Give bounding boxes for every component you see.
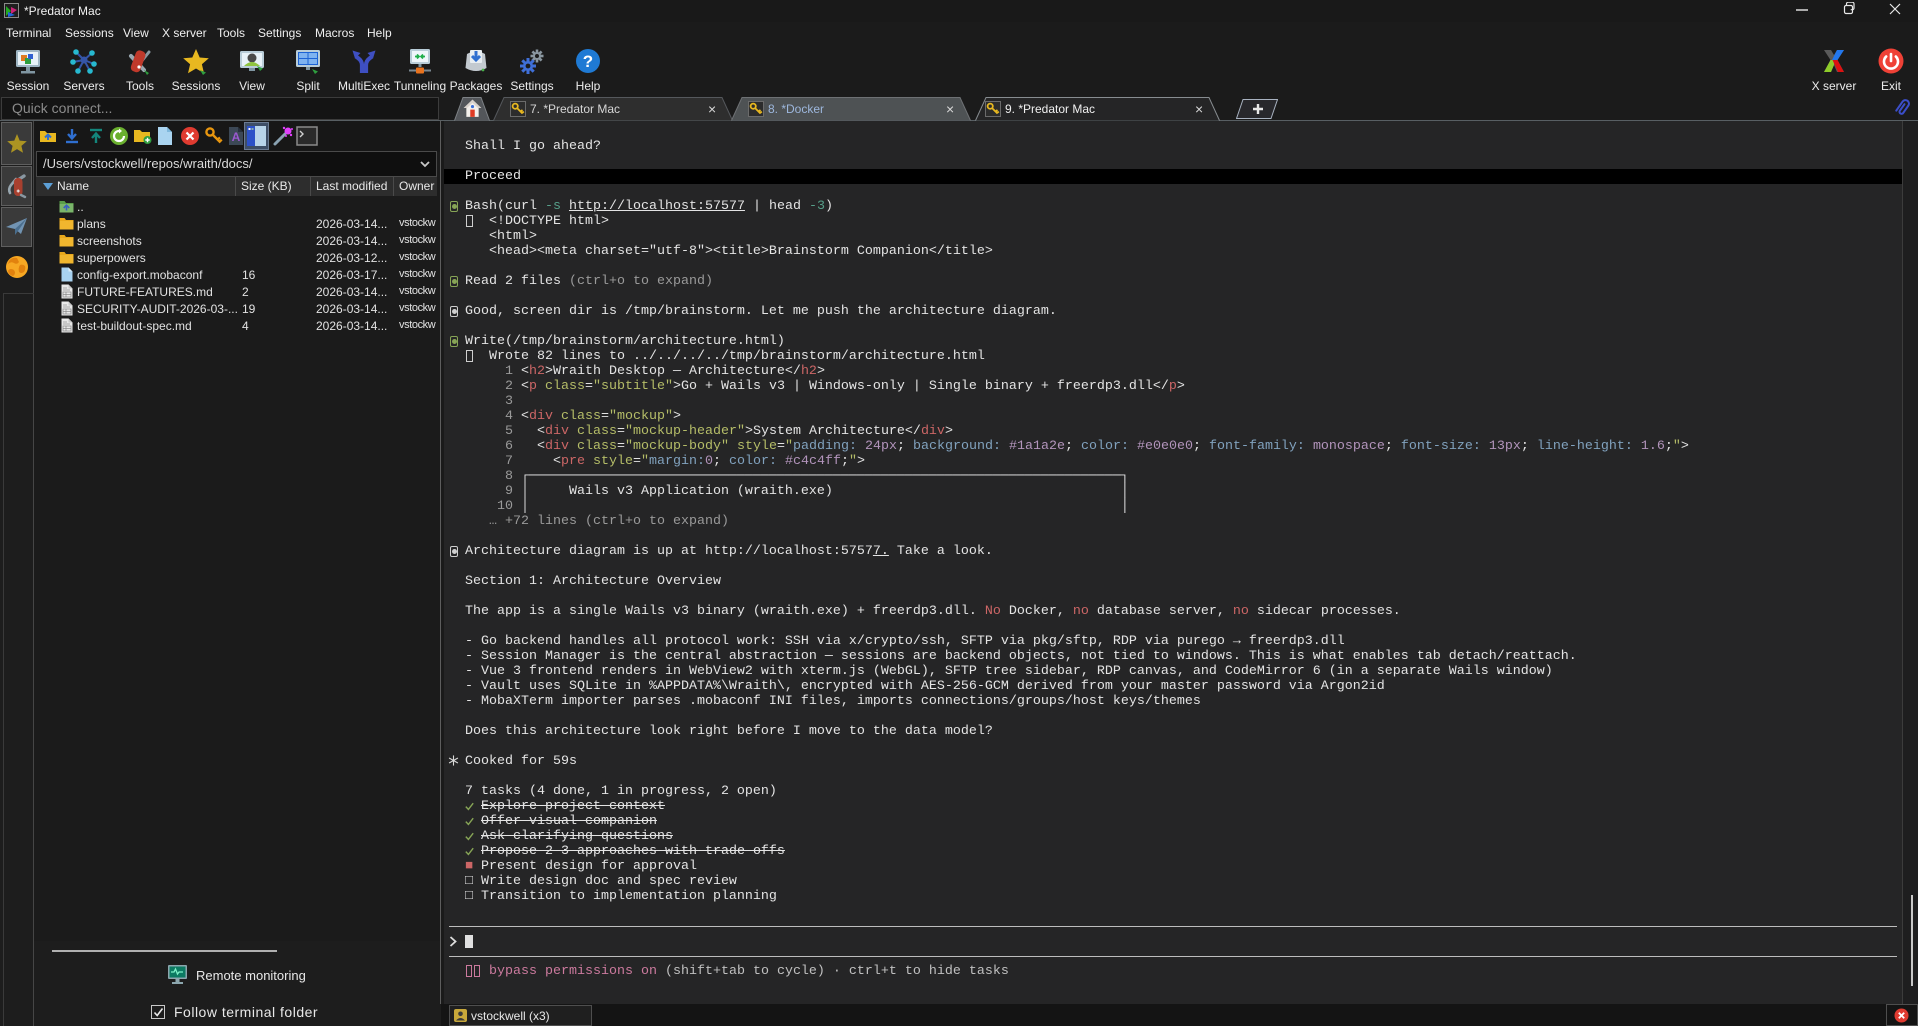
svg-text:A: A	[232, 130, 241, 144]
svg-text:?: ?	[583, 52, 593, 71]
